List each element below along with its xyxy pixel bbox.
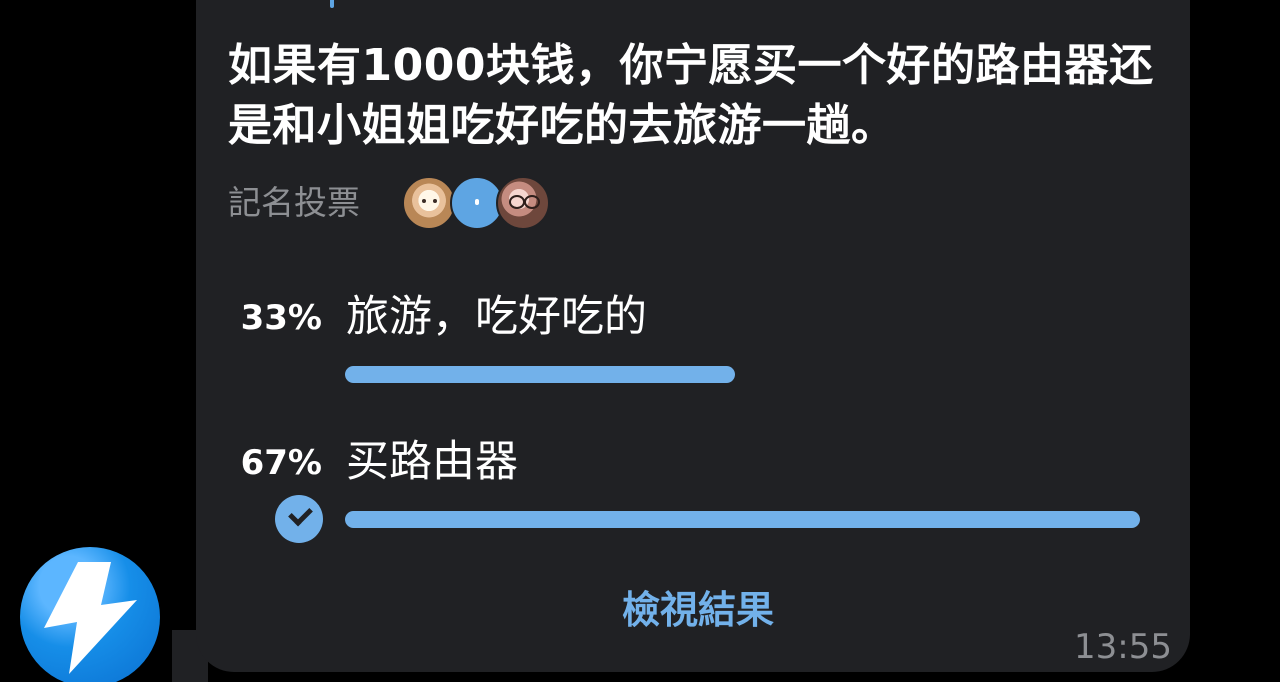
poll-result-track <box>345 366 1140 383</box>
poll-result-bar <box>345 366 735 383</box>
voter-avatar-3[interactable] <box>496 176 550 230</box>
avatar-eye-left <box>422 199 426 203</box>
poll-type-label: 記名投票 <box>228 183 360 222</box>
avatar-eye-right <box>433 199 437 203</box>
poll-option-percent: 67% <box>240 443 322 483</box>
lightning-bolt-icon[interactable] <box>20 547 160 682</box>
poll-option-router[interactable]: 67% 买路由器 <box>228 432 1158 543</box>
avatar-mark <box>475 199 479 205</box>
avatar-glasses-left <box>509 195 525 209</box>
message-time: 13:55 <box>1074 627 1172 667</box>
check-icon <box>275 495 323 543</box>
recent-voters[interactable] <box>402 176 552 230</box>
poll-result-track <box>345 511 1140 528</box>
poll-option-travel[interactable]: 33% 旅游，吃好吃的 <box>228 287 1158 397</box>
chat-screen: 如果有1000块钱，你宁愿买一个好的路由器还是和小姐姐吃好吃的去旅游一趟。 記名… <box>0 0 1280 682</box>
poll-option-label: 买路由器 <box>346 437 518 487</box>
poll-option-label: 旅游，吃好吃的 <box>346 292 647 342</box>
lightning-bolt-svg <box>44 562 137 674</box>
voter-avatar-1[interactable] <box>402 176 456 230</box>
view-results-button[interactable]: 檢視結果 <box>608 584 788 636</box>
top-accent-line <box>330 0 334 8</box>
poll-result-bar <box>345 511 1140 528</box>
poll-question: 如果有1000块钱，你宁愿买一个好的路由器还是和小姐姐吃好吃的去旅游一趟。 <box>228 40 1154 151</box>
poll-option-percent: 33% <box>240 298 322 338</box>
avatar-glasses-right <box>524 195 540 209</box>
